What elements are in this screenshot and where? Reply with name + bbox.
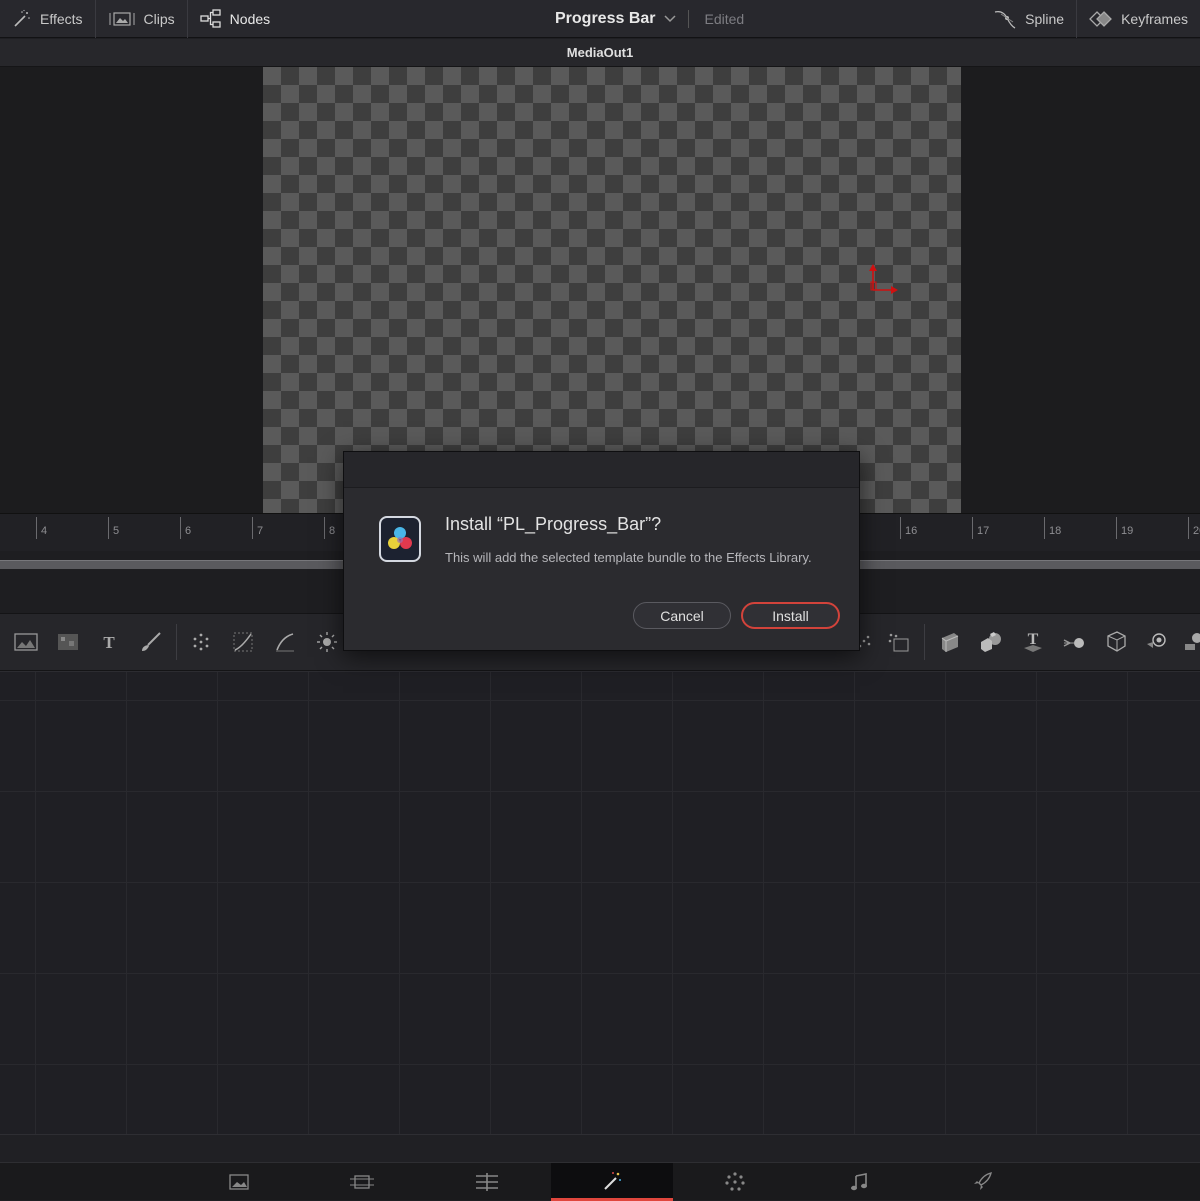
keyframes-icon — [1089, 10, 1113, 28]
project-status: Edited — [704, 11, 745, 27]
spotlight-icon[interactable] — [1180, 628, 1200, 656]
merge3d-icon[interactable] — [977, 628, 1005, 656]
spline-icon — [993, 8, 1017, 30]
color-page-icon[interactable] — [674, 1163, 796, 1201]
media-page-icon[interactable] — [178, 1163, 300, 1201]
spline-label: Spline — [1025, 11, 1065, 27]
project-title: Progress Bar — [555, 10, 656, 27]
cancel-button[interactable]: Cancel — [633, 602, 731, 629]
node-editor[interactable] — [0, 671, 1200, 1162]
ruler-tick: 20 — [1188, 517, 1200, 539]
text-icon[interactable]: T — [95, 628, 123, 656]
edit-page-icon[interactable] — [426, 1163, 548, 1201]
color-curves-icon[interactable] — [271, 628, 299, 656]
clips-button[interactable]: Clips — [96, 0, 188, 38]
ruler-tick: 5 — [108, 517, 119, 539]
viewer-header: MediaOut1 — [0, 39, 1200, 67]
dialog-title: Install “PL_Progress_Bar”? — [445, 514, 662, 534]
dialog-titlebar[interactable] — [344, 452, 859, 488]
davinci-resolve-logo-icon — [379, 516, 421, 562]
ruler-tick: 4 — [36, 517, 47, 539]
effects-label: Effects — [40, 11, 83, 27]
divider — [687, 10, 689, 28]
renderer3d-icon[interactable] — [1102, 628, 1130, 656]
viewer[interactable] — [0, 67, 1200, 513]
fusion-page-icon[interactable] — [551, 1163, 673, 1201]
brightness-icon[interactable] — [313, 628, 341, 656]
effects-button[interactable]: Effects — [0, 0, 96, 38]
viewer-node-name: MediaOut1 — [566, 45, 634, 60]
camera3d-icon[interactable] — [1060, 628, 1088, 656]
ruler-tick: 6 — [180, 517, 191, 539]
spline-button[interactable]: Spline — [981, 0, 1076, 38]
cut-page-icon[interactable] — [301, 1163, 423, 1201]
deliver-page-icon[interactable] — [921, 1163, 1043, 1201]
shape3d-icon[interactable] — [936, 628, 964, 656]
dialog-message: This will add the selected template bund… — [445, 550, 812, 565]
ruler-tick: 7 — [252, 517, 263, 539]
transform-gizmo-icon[interactable] — [863, 262, 903, 307]
ruler-tick: 17 — [972, 517, 989, 539]
keyframes-label: Keyframes — [1121, 11, 1188, 27]
project-title-area[interactable]: Progress Bar Edited — [555, 0, 744, 38]
nodes-button[interactable]: Nodes — [188, 0, 282, 38]
top-bar: Effects Clips Nodes Progress Bar Edited — [0, 0, 1200, 38]
fastnoise-icon[interactable] — [54, 628, 82, 656]
page-navigation-bar — [0, 1162, 1200, 1201]
ruler-tick: 18 — [1044, 517, 1061, 539]
particles-icon[interactable] — [187, 628, 215, 656]
install-button[interactable]: Install — [741, 602, 840, 629]
fairlight-page-icon[interactable] — [798, 1163, 920, 1201]
text3d-icon[interactable]: T — [1019, 628, 1047, 656]
ruler-tick: 8 — [324, 517, 335, 539]
svg-text:T: T — [103, 633, 115, 651]
background-icon[interactable] — [12, 628, 40, 656]
curves-icon[interactable] — [229, 628, 257, 656]
particle-render-icon[interactable] — [884, 628, 912, 656]
clips-icon — [108, 10, 136, 28]
light3d-icon[interactable] — [1143, 628, 1171, 656]
clips-label: Clips — [143, 11, 175, 27]
ruler-tick: 16 — [900, 517, 917, 539]
chevron-down-icon[interactable] — [663, 10, 676, 28]
magic-wand-icon — [12, 9, 32, 29]
node-editor-status-strip — [0, 1134, 1200, 1162]
nodes-icon — [200, 9, 222, 29]
install-dialog: Install “PL_Progress_Bar”? This will add… — [343, 451, 860, 651]
ruler-tick: 19 — [1116, 517, 1133, 539]
viewer-canvas[interactable] — [263, 67, 961, 513]
nodes-label: Nodes — [229, 11, 271, 27]
keyframes-button[interactable]: Keyframes — [1076, 0, 1200, 38]
paint-icon[interactable] — [137, 628, 165, 656]
